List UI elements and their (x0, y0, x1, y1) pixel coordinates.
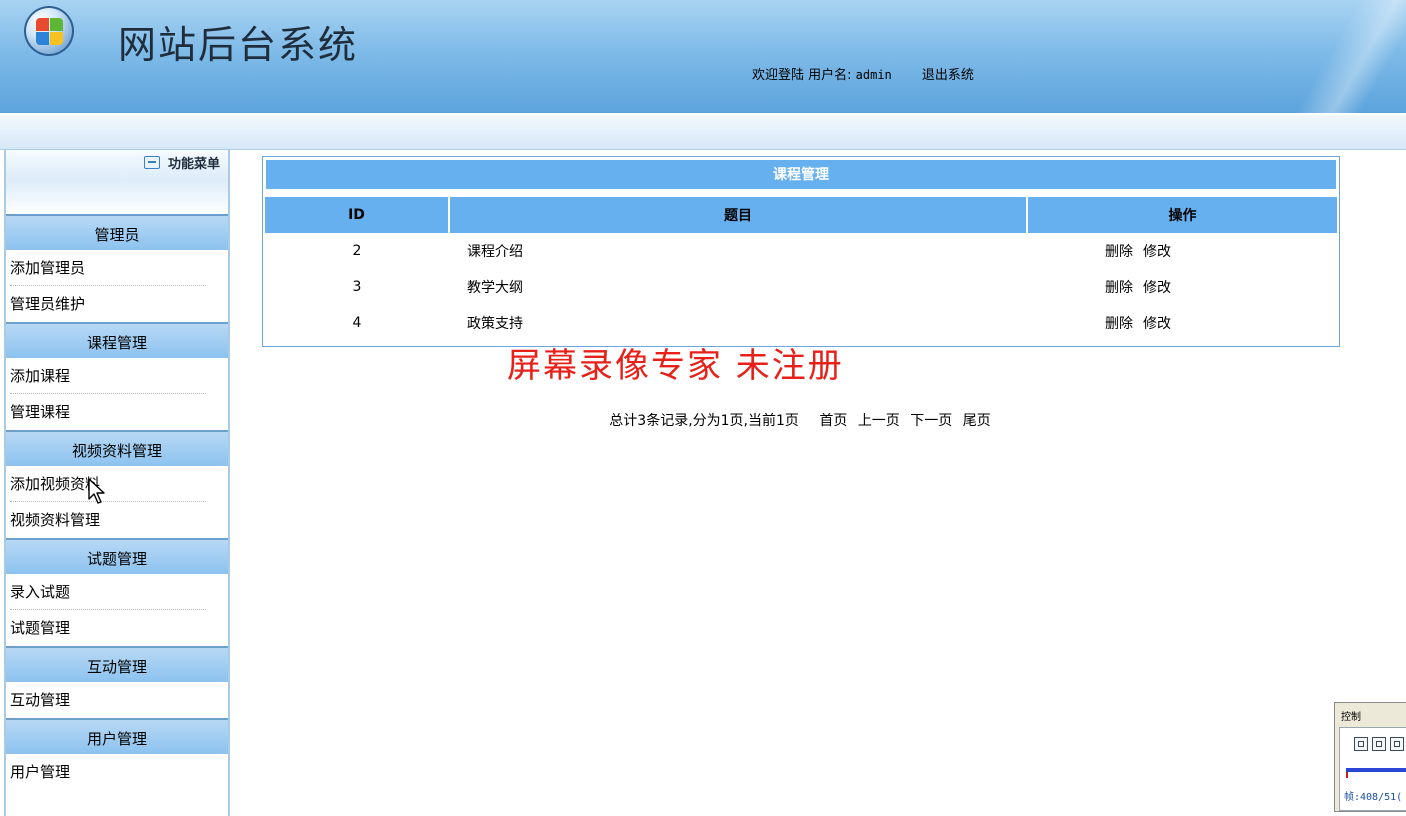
edit-link[interactable]: 修改 (1143, 280, 1171, 296)
pager-first[interactable]: 首页 (819, 413, 847, 429)
sub-bar (0, 115, 1406, 150)
username: admin (855, 68, 892, 82)
column-header-title: 题目 (449, 197, 1028, 233)
mouse-cursor-icon (88, 478, 105, 504)
sidebar-title: 功能菜单 (6, 149, 228, 180)
table-row: 2 课程介绍 删除 修改 (265, 233, 1337, 269)
recorder-watermark: 屏幕录像专家 未注册 (507, 346, 844, 386)
sidebar-item-add-video[interactable]: 添加视频资料 (6, 466, 228, 502)
control-button[interactable] (1372, 737, 1386, 751)
control-box: 帧:408/51( (1339, 727, 1406, 811)
sidebar-group-exam[interactable]: 试题管理 (6, 538, 228, 574)
cell-id: 4 (352, 315, 362, 331)
panel-title: 课程管理 (265, 159, 1337, 190)
table-header-row: ID 题目 操作 (265, 197, 1337, 233)
edit-link[interactable]: 修改 (1143, 244, 1171, 260)
cell-ops: 删除 修改 (1027, 305, 1337, 341)
sidebar-item-video-manage[interactable]: 视频资料管理 (6, 502, 228, 538)
delete-link[interactable]: 删除 (1105, 244, 1133, 260)
cell-title: 政策支持 (467, 316, 523, 332)
sidebar-group-video[interactable]: 视频资料管理 (6, 430, 228, 466)
sidebar-item-admin-maintain[interactable]: 管理员维护 (6, 286, 228, 322)
welcome-area: 欢迎登陆 用户名: admin 退出系统 (752, 64, 974, 83)
control-button[interactable] (1354, 737, 1368, 751)
sidebar-item-add-course[interactable]: 添加课程 (6, 358, 228, 394)
control-button[interactable] (1390, 737, 1404, 751)
column-header-id: ID (265, 197, 450, 233)
pager-last[interactable]: 尾页 (963, 413, 991, 429)
sidebar-item-interaction-manage[interactable]: 互动管理 (6, 682, 228, 718)
logout-link[interactable]: 退出系统 (922, 68, 974, 83)
recorder-control-panel: 控制 帧:408/51( (1334, 702, 1406, 812)
control-title: 控制 (1341, 712, 1361, 723)
menu-icon (143, 156, 160, 169)
sidebar-title-label: 功能菜单 (167, 157, 220, 172)
course-table: ID 题目 操作 2 课程介绍 删除 修改 3 教学大纲 删除 修改 4 政策支… (265, 197, 1337, 341)
edit-link[interactable]: 修改 (1143, 316, 1171, 332)
cell-ops: 删除 修改 (1027, 269, 1337, 305)
site-title: 网站后台系统 (118, 23, 359, 67)
pagination: 总计3条记录,分为1页,当前1页 首页 上一页 下一页 尾页 (0, 410, 1338, 430)
pager-summary: 总计3条记录,分为1页,当前1页 (609, 413, 799, 429)
frame-counter: 帧:408/51( (1344, 792, 1403, 803)
sidebar-item-question-manage[interactable]: 试题管理 (6, 610, 228, 646)
windows-logo-icon (24, 6, 74, 56)
sidebar: 功能菜单 管理员 添加管理员 管理员维护 课程管理 添加课程 管理课程 视频资料… (4, 149, 230, 816)
cell-title: 教学大纲 (467, 280, 523, 296)
cell-title: 课程介绍 (467, 244, 523, 260)
pager-next[interactable]: 下一页 (910, 413, 952, 429)
welcome-text: 欢迎登陆 用户名: (752, 68, 852, 83)
course-panel: 课程管理 ID 题目 操作 2 课程介绍 删除修改 3 教学大纲 删除修改 (262, 156, 1340, 347)
pager-prev[interactable]: 上一页 (858, 413, 900, 429)
sidebar-item-user-manage[interactable]: 用户管理 (6, 754, 228, 790)
sidebar-group-interaction[interactable]: 互动管理 (6, 646, 228, 682)
sidebar-group-user[interactable]: 用户管理 (6, 718, 228, 754)
sidebar-group-course[interactable]: 课程管理 (6, 322, 228, 358)
table-row: 3 教学大纲 删除 修改 (265, 269, 1337, 305)
control-progress-track[interactable] (1346, 768, 1406, 778)
table-row: 4 政策支持 删除 修改 (265, 305, 1337, 341)
header-bar: 网站后台系统 欢迎登陆 用户名: admin 退出系统 (0, 0, 1406, 115)
sidebar-group-admin[interactable]: 管理员 (6, 214, 228, 250)
sidebar-item-add-admin[interactable]: 添加管理员 (6, 250, 228, 286)
cell-id: 3 (352, 279, 362, 295)
sidebar-item-enter-question[interactable]: 录入试题 (6, 574, 228, 610)
column-header-ops: 操作 (1027, 197, 1337, 233)
delete-link[interactable]: 删除 (1105, 280, 1133, 296)
cell-id: 2 (352, 243, 362, 259)
delete-link[interactable]: 删除 (1105, 316, 1133, 332)
header-sheen (1286, 0, 1406, 113)
cell-ops: 删除 修改 (1027, 233, 1337, 269)
